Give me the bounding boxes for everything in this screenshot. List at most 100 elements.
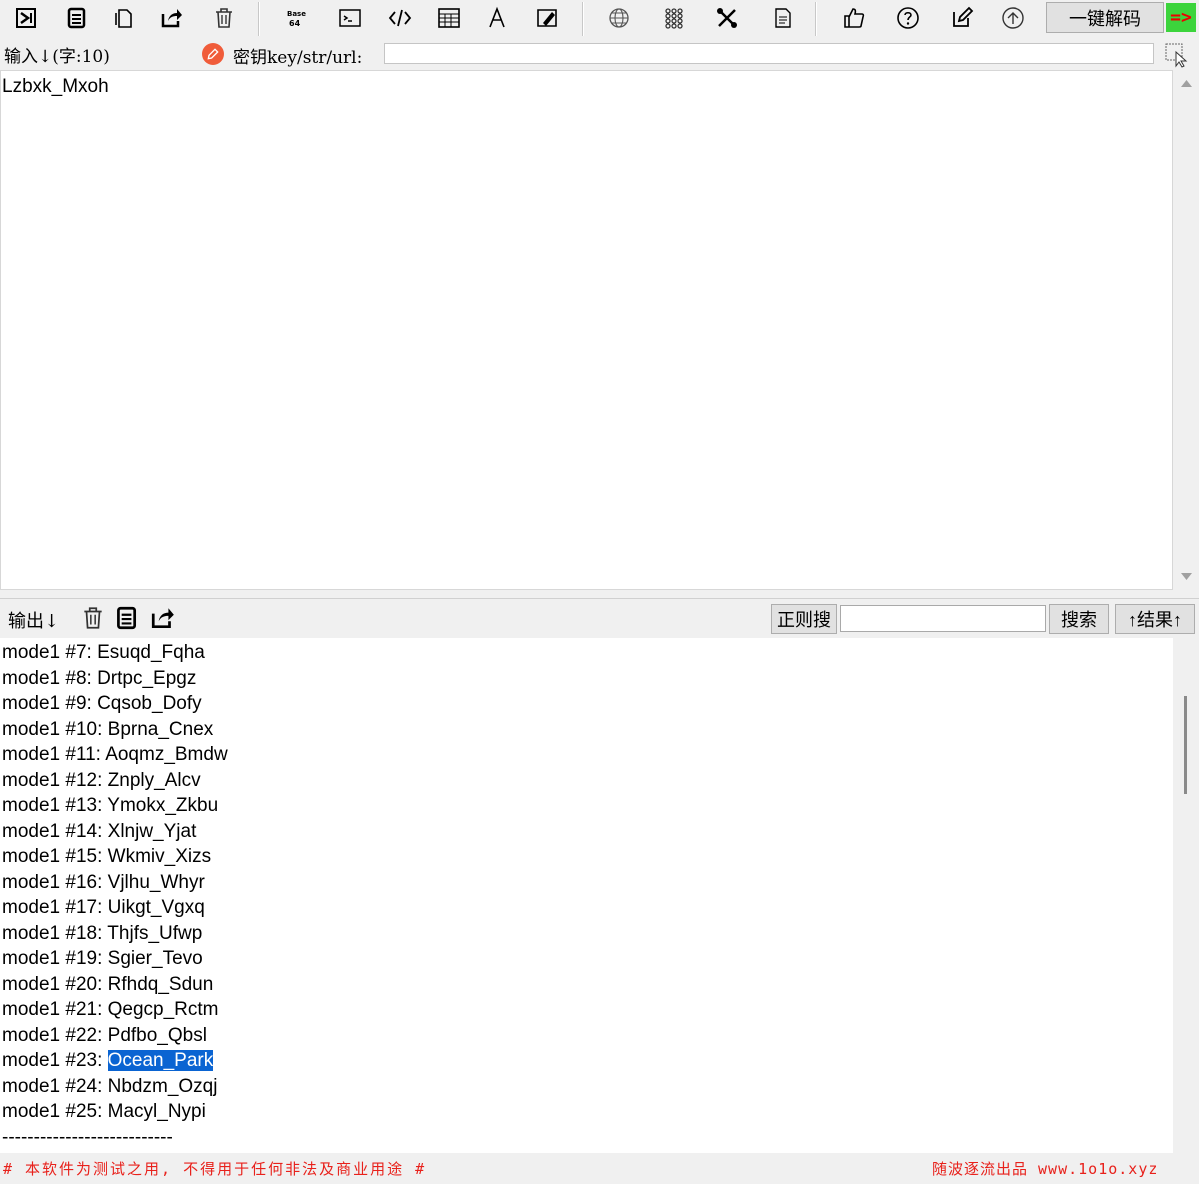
output-line-prefix: mode1 #8: xyxy=(2,667,98,689)
output-line-value: Xlnjw_Yjat xyxy=(107,820,197,842)
output-line-value: Esuqd_Fqha xyxy=(97,642,205,663)
output-line-value: Nbdzm_Ozqj xyxy=(107,1075,218,1097)
input-textarea[interactable] xyxy=(0,70,1173,590)
key-input[interactable] xyxy=(384,43,1154,64)
output-divider: --------------------------- xyxy=(2,1126,173,1148)
result-to-input-button[interactable]: ↑结果↑ xyxy=(1115,604,1195,634)
output-line-value: Rfhdq_Sdun xyxy=(107,973,214,995)
share-output-icon[interactable] xyxy=(150,605,176,631)
key-label: 密钥key/str/url: xyxy=(233,48,363,68)
paste-icon[interactable] xyxy=(110,4,138,32)
grid-icon[interactable] xyxy=(660,4,688,32)
scroll-down-icon[interactable] xyxy=(1180,572,1193,582)
output-line: mode1 #16: Vjlhu_Whyr xyxy=(2,870,228,896)
output-line-prefix: mode1 #7: xyxy=(2,642,98,663)
output-line-prefix: mode1 #13: xyxy=(2,795,108,816)
upload-icon[interactable] xyxy=(999,4,1027,32)
globe-icon[interactable] xyxy=(605,4,633,32)
output-line-prefix: mode1 #15: xyxy=(2,846,108,867)
output-line-value: Znply_Alcv xyxy=(107,769,201,791)
output-line-prefix: mode1 #14: xyxy=(2,820,108,842)
clear-output-trash-icon[interactable] xyxy=(80,605,106,631)
output-line-prefix: mode1 #23: xyxy=(2,1050,108,1071)
output-line-prefix: mode1 #22: xyxy=(2,1024,108,1046)
decode-button[interactable]: 一键解码 xyxy=(1046,2,1164,33)
select-cursor-icon[interactable] xyxy=(1164,42,1190,68)
output-line-prefix: mode1 #9: xyxy=(2,693,98,714)
base64-icon[interactable]: Base 64 xyxy=(282,4,310,32)
output-line: mode1 #14: Xlnjw_Yjat xyxy=(2,819,228,845)
output-line-prefix: mode1 #12: xyxy=(2,769,108,791)
terminal-icon[interactable] xyxy=(336,4,364,32)
trash-icon[interactable] xyxy=(210,4,238,32)
copy-output-icon[interactable] xyxy=(113,605,139,631)
svg-text:Base: Base xyxy=(287,10,306,18)
help-icon[interactable] xyxy=(894,4,922,32)
output-line: mode1 #8: Drtpc_Epgz xyxy=(2,666,228,692)
output-line-value: Thjfs_Ufwp xyxy=(107,922,203,944)
output-line-prefix: mode1 #20: xyxy=(2,973,108,995)
import-icon[interactable] xyxy=(12,4,40,32)
input-text: Lzbxk_Mxoh xyxy=(2,76,109,97)
font-icon[interactable] xyxy=(483,4,511,32)
output-line-value: Drtpc_Epgz xyxy=(97,667,197,689)
output-line-value: Aoqmz_Bmdw xyxy=(105,744,228,765)
output-line-value: Pdfbo_Qbsl xyxy=(107,1024,207,1046)
edit-board-icon[interactable] xyxy=(533,4,561,32)
output-line-prefix: mode1 #17: xyxy=(2,897,108,918)
output-line-value: Uikgt_Vgxq xyxy=(107,897,205,918)
output-line-prefix: mode1 #19: xyxy=(2,948,108,969)
output-line: mode1 #13: Ymokx_Zkbu xyxy=(2,793,228,819)
pencil-icon[interactable] xyxy=(202,43,224,65)
output-line-value: Wkmiv_Xizs xyxy=(107,846,212,867)
output-line-prefix: mode1 #25: xyxy=(2,1101,108,1122)
scroll-up-icon[interactable] xyxy=(1180,78,1193,88)
copy-icon[interactable] xyxy=(62,4,90,32)
output-line: mode1 #19: Sgier_Tevo xyxy=(2,946,228,972)
output-line-prefix: mode1 #21: xyxy=(2,999,108,1020)
output-line: mode1 #23: Ocean_Park xyxy=(2,1048,228,1074)
output-line: mode1 #15: Wkmiv_Xizs xyxy=(2,844,228,870)
output-line: mode1 #25: Macyl_Nypi xyxy=(2,1099,228,1125)
edit-icon[interactable] xyxy=(948,4,976,32)
search-button[interactable]: 搜索 xyxy=(1049,604,1109,634)
output-line-value: Ymokx_Zkbu xyxy=(107,795,219,816)
output-line: mode1 #9: Cqsob_Dofy xyxy=(2,691,228,717)
share-icon[interactable] xyxy=(158,4,186,32)
output-line-prefix: mode1 #10: xyxy=(2,718,108,740)
output-line-prefix: mode1 #16: xyxy=(2,871,108,893)
output-line: mode1 #21: Qegcp_Rctm xyxy=(2,997,228,1023)
footer-credit: 随波逐流出品 www.1o1o.xyz xyxy=(932,1160,1159,1178)
output-line: mode1 #20: Rfhdq_Sdun xyxy=(2,972,228,998)
output-line: mode1 #11: Aoqmz_Bmdw xyxy=(2,742,228,768)
output-line-value: Cqsob_Dofy xyxy=(97,693,202,714)
thumbs-up-icon[interactable] xyxy=(840,4,868,32)
regex-search-button[interactable]: 正则搜 xyxy=(771,604,837,634)
output-line: mode1 #17: Uikgt_Vgxq xyxy=(2,895,228,921)
output-scroll-thumb[interactable] xyxy=(1184,696,1187,794)
output-label: 输出↓ xyxy=(8,611,60,632)
output-line-value: Qegcp_Rctm xyxy=(107,999,219,1020)
output-line-value: Bprna_Cnex xyxy=(107,718,214,740)
svg-text:64: 64 xyxy=(289,19,301,28)
input-label: 输入↓(字:10) xyxy=(4,47,110,67)
output-line-value: Sgier_Tevo xyxy=(107,948,203,969)
tools-icon[interactable] xyxy=(713,4,741,32)
output-line-value: Vjlhu_Whyr xyxy=(107,871,205,893)
footer-disclaimer: # 本软件为测试之用, 不得用于任何非法及商业用途 # xyxy=(3,1160,427,1178)
output-line: mode1 #10: Bprna_Cnex xyxy=(2,717,228,743)
output-line: mode1 #18: Thjfs_Ufwp xyxy=(2,921,228,947)
code-icon[interactable] xyxy=(386,4,414,32)
calculator-icon[interactable] xyxy=(435,4,463,32)
toolbar: Base 64 一键解码 => xyxy=(0,0,1199,38)
selected-output-value: Ocean_Park xyxy=(107,1050,214,1071)
output-line-prefix: mode1 #18: xyxy=(2,922,108,944)
regex-input[interactable] xyxy=(840,605,1046,632)
document-icon[interactable] xyxy=(768,4,796,32)
switch-badge[interactable]: => xyxy=(1166,3,1196,32)
output-line: mode1 #24: Nbdzm_Ozqj xyxy=(2,1074,228,1100)
output-line-prefix: mode1 #11: xyxy=(2,744,106,765)
output-line: mode1 #22: Pdfbo_Qbsl xyxy=(2,1023,228,1049)
output-line: mode1 #7: Esuqd_Fqha xyxy=(2,640,228,666)
input-scrollbar[interactable] xyxy=(1174,70,1199,590)
